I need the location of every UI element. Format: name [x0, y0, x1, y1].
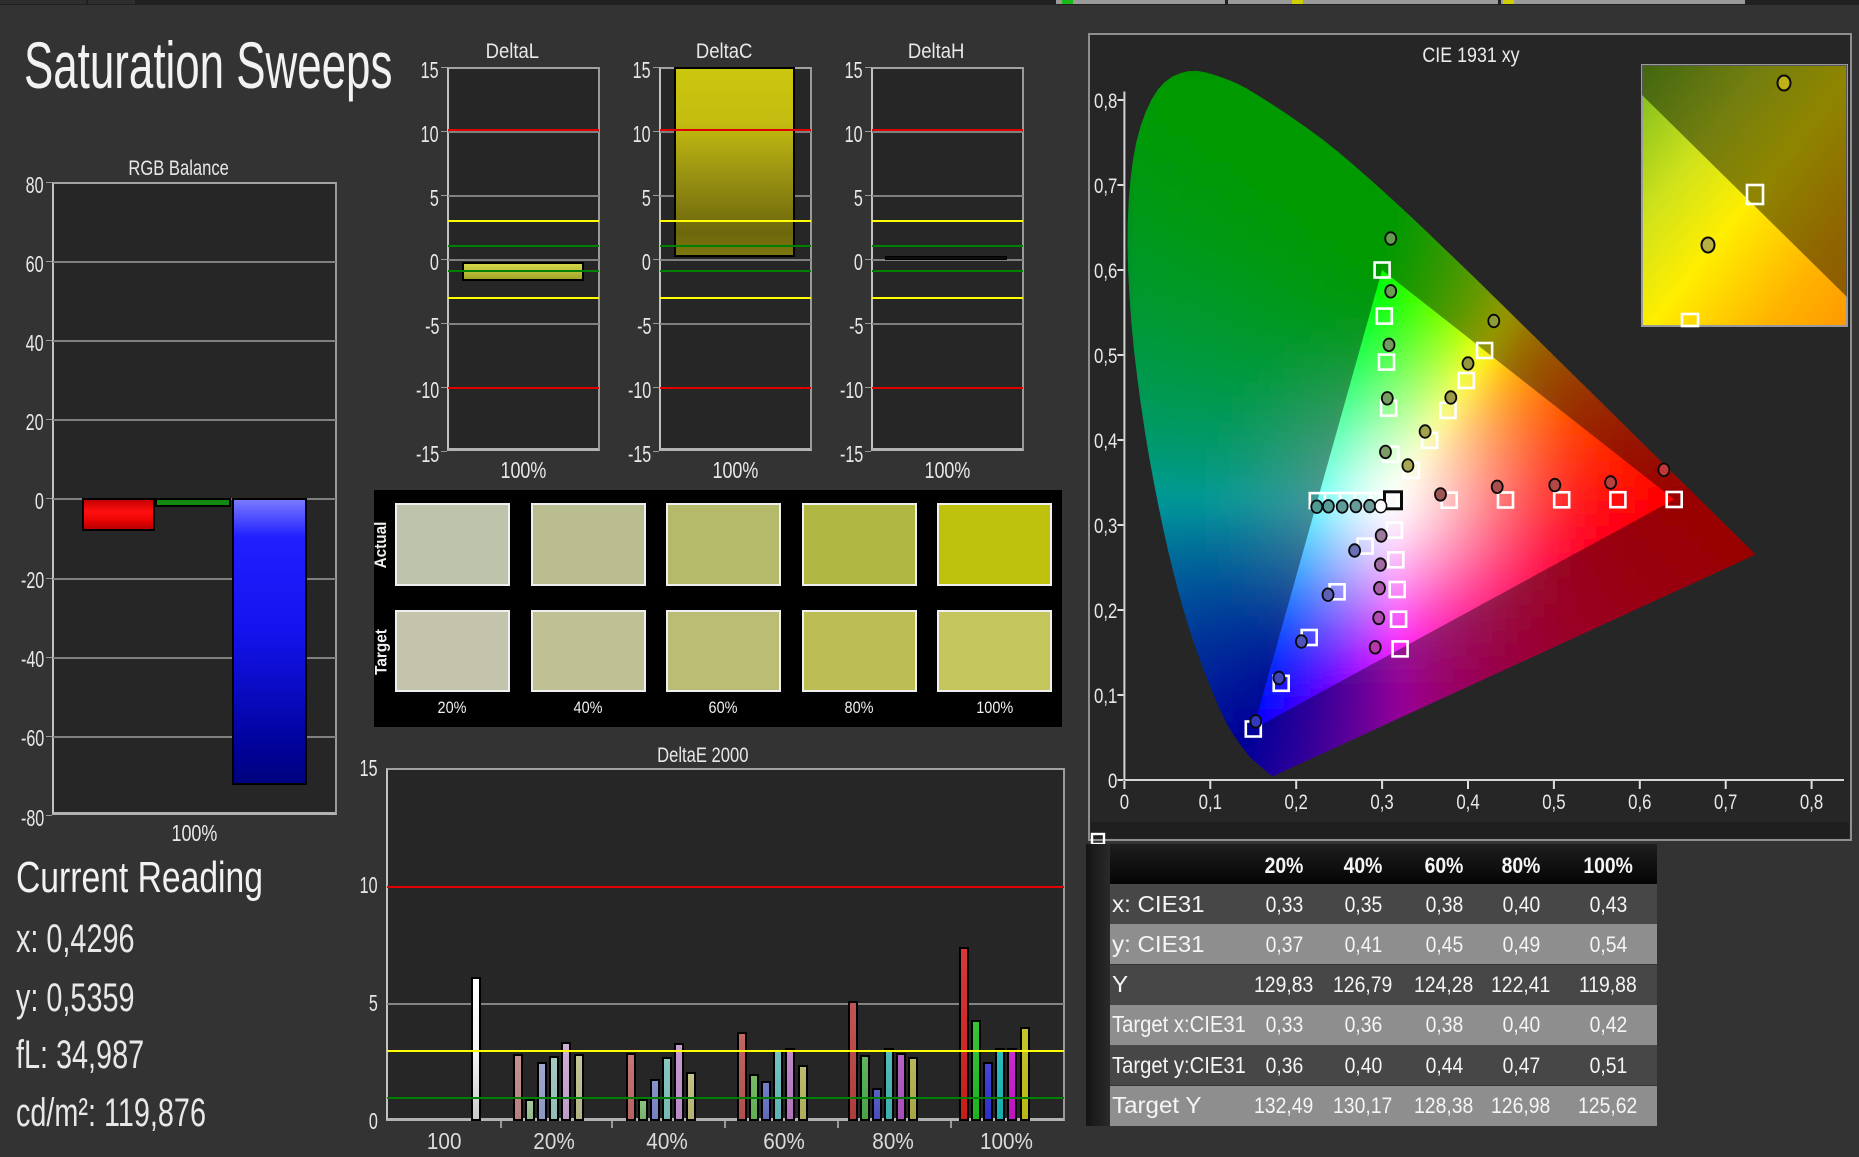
svg-text:0,2: 0,2	[1094, 600, 1117, 623]
svg-text:0,3: 0,3	[1370, 791, 1393, 814]
svg-text:CIE 1931 xy: CIE 1931 xy	[1422, 44, 1519, 68]
svg-text:0,6: 0,6	[1628, 791, 1651, 814]
svg-text:0,6: 0,6	[1094, 260, 1117, 283]
svg-text:0: 0	[1120, 791, 1129, 814]
svg-text:0,3: 0,3	[1094, 515, 1117, 538]
svg-text:0,4: 0,4	[1456, 791, 1480, 814]
svg-text:0,2: 0,2	[1285, 791, 1308, 814]
svg-text:0: 0	[1108, 770, 1117, 793]
svg-text:0,8: 0,8	[1800, 791, 1823, 814]
svg-text:0,4: 0,4	[1094, 430, 1118, 453]
svg-text:0,5: 0,5	[1542, 791, 1565, 814]
svg-text:0,1: 0,1	[1199, 791, 1222, 814]
svg-text:0,8: 0,8	[1094, 90, 1117, 113]
svg-text:0,7: 0,7	[1714, 791, 1737, 814]
svg-text:0,7: 0,7	[1094, 175, 1117, 198]
svg-text:0,1: 0,1	[1094, 685, 1117, 708]
svg-text:0,5: 0,5	[1094, 345, 1117, 368]
